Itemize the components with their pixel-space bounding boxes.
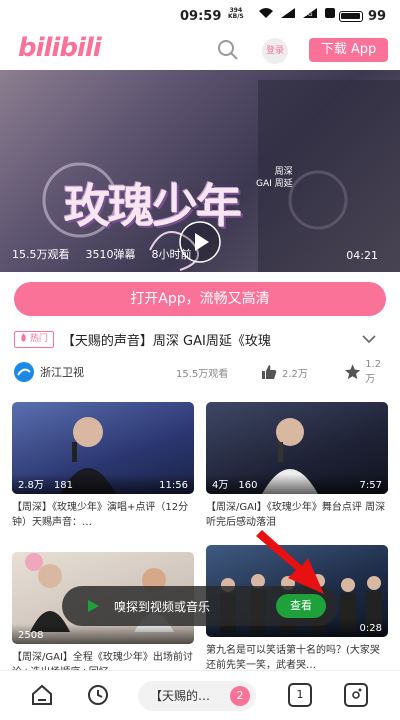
signal-icon xyxy=(281,8,295,18)
video-player[interactable]: 玫瑰少年 周深 GAI 周延 15.5万观看 3510弹幕 8小时前 04:21 xyxy=(0,70,400,272)
card-plays: 4万 xyxy=(212,480,229,491)
status-icons: 4G xyxy=(258,7,336,19)
flame-icon xyxy=(21,332,26,341)
thumb-stats: 2.8万 181 11:56 xyxy=(12,474,194,494)
card-danmaku: 181 xyxy=(53,480,73,491)
play-triangle-icon xyxy=(88,600,99,612)
video-stats: 15.5万观看 3510弹幕 8小时前 xyxy=(12,246,192,262)
video-duration: 04:21 xyxy=(346,249,378,262)
channel-avatar[interactable] xyxy=(14,362,34,382)
video-meta-row: 浙江卫视 15.5万观看 2.2万 1.2万 xyxy=(14,359,390,385)
video-thumbnail[interactable]: 2.8万 181 11:56 xyxy=(12,402,194,494)
status-time: 09:59 xyxy=(180,9,222,24)
bilibili-logo[interactable]: bilibili xyxy=(18,33,102,63)
red-arrow-annotation xyxy=(256,530,324,594)
card-duration: 0:28 xyxy=(359,623,382,634)
card-plays: 2508 xyxy=(18,630,44,641)
login-button[interactable]: 登录 xyxy=(262,38,288,64)
card-duration: 7:57 xyxy=(359,480,382,491)
svg-text:4G: 4G xyxy=(304,11,313,18)
chevron-down-icon[interactable] xyxy=(362,334,376,344)
video-card[interactable]: 2.8万 181 11:56 【周深】《玫瑰少年》演唱+点评（12分钟）天赐声音… xyxy=(12,402,194,530)
video-views: 15.5万观看 xyxy=(12,248,70,261)
video-info-title-row: 热门 【天赐的声音】周深 GAI周延《玫瑰 xyxy=(14,327,390,351)
download-app-button[interactable]: 下载 App xyxy=(309,38,388,62)
network-speed: 394 KB/S xyxy=(228,8,244,20)
home-icon[interactable] xyxy=(30,683,54,707)
star-icon xyxy=(344,364,361,380)
card-title[interactable]: 【周深】《玫瑰少年》演唱+点评（12分钟）天赐声音：… xyxy=(12,500,194,530)
history-icon[interactable] xyxy=(86,683,110,707)
menu-button[interactable] xyxy=(344,683,368,707)
card-plays: 2.8万 xyxy=(18,480,44,491)
app-header: bilibili 登录 下载 App xyxy=(0,30,400,70)
video-thumbnail[interactable]: 4万 160 7:57 xyxy=(206,402,388,494)
current-tab-pill[interactable]: 【天赐的… 2 xyxy=(138,681,256,711)
video-credit: 周深 GAI 周延 xyxy=(256,167,293,189)
hot-badge-label: 热门 xyxy=(29,333,48,344)
like-button[interactable]: 2.2万 xyxy=(260,363,308,381)
tabs-button[interactable]: 1 xyxy=(288,683,312,707)
toast-text: 嗅探到视频或音乐 xyxy=(114,599,211,614)
card-title[interactable]: 【周深/GAI】《玫瑰少年》舞台点评 周深听完后感动落泪 xyxy=(206,500,388,530)
open-app-button[interactable]: 打开App，流畅又高清 xyxy=(14,282,386,316)
favorite-button[interactable]: 1.2万 xyxy=(344,359,390,385)
speed-unit: KB/S xyxy=(228,13,244,20)
thumb-stats: 4万 160 7:57 xyxy=(206,474,388,494)
video-danmaku: 3510弹幕 xyxy=(85,248,136,261)
video-time-ago: 8小时前 xyxy=(151,248,192,261)
battery-level: 99 xyxy=(368,9,387,24)
current-tab-title: 【天赐的… xyxy=(150,689,211,703)
bottom-navbar: 【天赐的… 2 1 xyxy=(0,670,400,720)
card-duration: 11:56 xyxy=(159,480,188,491)
alarm-icon xyxy=(325,8,335,18)
wifi-icon xyxy=(259,8,273,18)
info-views: 15.5万观看 xyxy=(176,368,229,380)
video-title: 【天赐的声音】周深 GAI周延《玫瑰 xyxy=(61,333,271,349)
favorite-count: 1.2万 xyxy=(365,359,382,385)
hot-badge: 热门 xyxy=(14,330,54,348)
search-icon[interactable] xyxy=(216,38,240,62)
menu-icon xyxy=(352,688,362,699)
card-danmaku: 160 xyxy=(238,480,258,491)
status-bar: 09:59 394 KB/S 4G 99 xyxy=(0,0,400,30)
tab-count-badge: 2 xyxy=(230,686,250,706)
signal2-icon: 4G xyxy=(303,8,317,18)
channel-name[interactable]: 浙江卫视 xyxy=(40,364,84,380)
thumbs-up-icon xyxy=(262,365,277,379)
video-card[interactable]: 4万 160 7:57 【周深/GAI】《玫瑰少年》舞台点评 周深听完后感动落泪 xyxy=(206,402,388,530)
channel-logo-icon xyxy=(17,368,31,376)
thumb-stats: 2508 xyxy=(12,624,194,644)
card-title[interactable]: 第九名是可以笑话第十名的吗？(大家哭还前先笑一笑，武者哭… xyxy=(206,643,388,673)
like-count: 2.2万 xyxy=(282,368,308,380)
battery-icon xyxy=(339,11,363,22)
